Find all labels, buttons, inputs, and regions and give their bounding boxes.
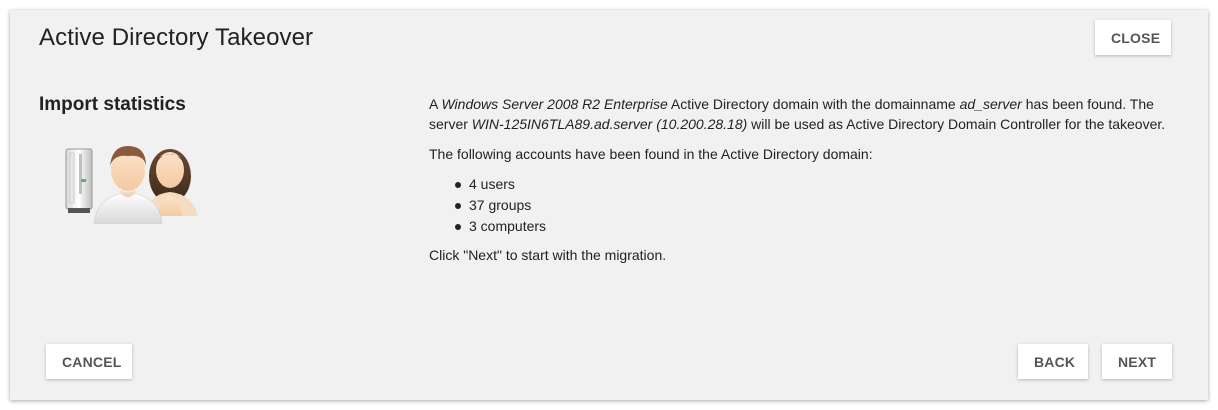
domain-found-text: A Windows Server 2008 R2 Enterprise Acti… [429, 96, 1166, 132]
accounts-list: 4 users 37 groups 3 computers [429, 174, 1189, 237]
section-title: Import statistics [39, 94, 186, 115]
accounts-heading: The following accounts have been found i… [429, 146, 873, 162]
list-item: 37 groups [455, 195, 1189, 216]
server-name: WIN-125IN6TLA89.ad.server (10.200.28.18) [471, 116, 748, 132]
dialog-title: Active Directory Takeover [39, 24, 314, 51]
bullet-icon [455, 224, 461, 230]
bullet-icon [455, 182, 461, 188]
close-button[interactable]: CLOSE [1095, 20, 1171, 55]
back-button[interactable]: BACK [1018, 344, 1088, 379]
import-summary: A Windows Server 2008 R2 Enterprise Acti… [429, 94, 1189, 275]
list-item: 4 users [455, 174, 1189, 195]
os-name: Windows Server 2008 R2 Enterprise [441, 96, 668, 112]
next-button[interactable]: NEXT [1102, 344, 1172, 379]
list-item: 3 computers [455, 216, 1189, 237]
domain-name: ad_server [959, 96, 1022, 112]
bullet-icon [455, 203, 461, 209]
takeover-dialog: Active Directory Takeover CLOSE Import s… [10, 10, 1208, 400]
next-hint: Click "Next" to start with the migration… [429, 247, 667, 263]
users-and-server-icon [65, 146, 198, 224]
cancel-button[interactable]: CANCEL [46, 344, 132, 379]
